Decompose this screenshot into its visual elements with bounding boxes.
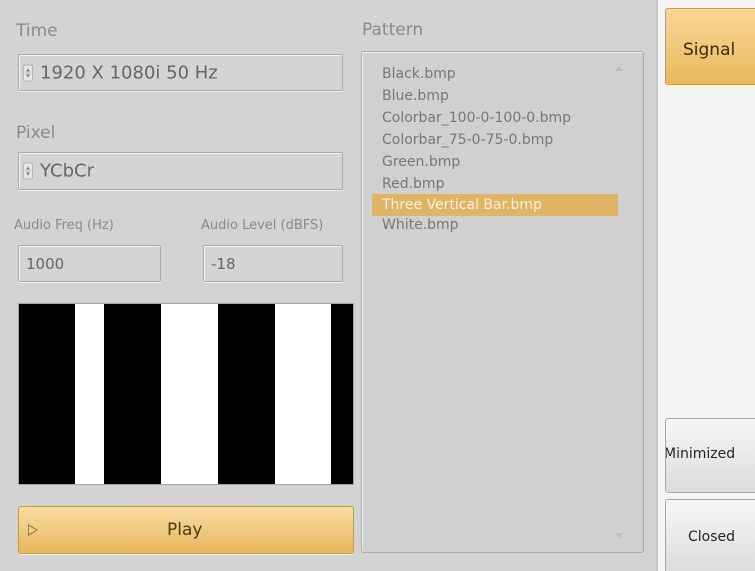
- pattern-list: Black.bmp Blue.bmp Colorbar_100-0-100-0.bm…: [372, 62, 618, 238]
- pattern-label: Pattern: [362, 20, 424, 40]
- preview-bar-white: [75, 304, 104, 484]
- audio-level-value: -18: [211, 254, 236, 273]
- preview-bar-black: [104, 304, 161, 484]
- close-button-label: Closed: [688, 529, 736, 545]
- time-spinbox[interactable]: 1920 X 1080i 50 Hz: [18, 54, 343, 91]
- signal-button-label: Signal: [683, 40, 736, 60]
- audio-freq-value: 1000: [26, 254, 65, 273]
- time-value: 1920 X 1080i 50 Hz: [40, 62, 218, 83]
- time-label: Time: [16, 21, 58, 41]
- audio-level-label: Audio Level (dBFS): [201, 218, 324, 233]
- play-triangle-icon: [28, 524, 38, 536]
- preview-bar-black: [218, 304, 275, 484]
- audio-level-field[interactable]: -18: [203, 245, 343, 282]
- spinner-arrows-icon[interactable]: [23, 64, 33, 81]
- scroll-up-icon[interactable]: [615, 66, 623, 71]
- play-button[interactable]: Play: [18, 506, 354, 554]
- audio-freq-field[interactable]: 1000: [18, 245, 161, 282]
- close-button[interactable]: Closed: [665, 499, 755, 571]
- pixel-spinbox[interactable]: YCbCr: [18, 152, 343, 190]
- minimize-button[interactable]: Minimized: [665, 418, 755, 493]
- scroll-down-icon[interactable]: [615, 533, 623, 538]
- pixel-value: YCbCr: [40, 160, 94, 182]
- preview-bar-white: [161, 304, 218, 484]
- spinner-arrows-icon[interactable]: [23, 162, 33, 180]
- play-button-label: Play: [167, 520, 203, 540]
- pattern-preview: [18, 303, 354, 485]
- pattern-list-item[interactable]: White.bmp: [372, 213, 618, 238]
- audio-freq-label: Audio Freq (Hz): [14, 218, 114, 233]
- minimize-button-label: Minimized: [665, 446, 736, 462]
- preview-bar-black: [19, 304, 75, 484]
- pixel-label: Pixel: [16, 123, 56, 143]
- pattern-listbox[interactable]: Black.bmp Blue.bmp Colorbar_100-0-100-0.bm…: [361, 51, 644, 553]
- preview-bar-black: [331, 304, 353, 484]
- preview-bar-white: [275, 304, 331, 484]
- signal-button[interactable]: Signal: [665, 8, 755, 85]
